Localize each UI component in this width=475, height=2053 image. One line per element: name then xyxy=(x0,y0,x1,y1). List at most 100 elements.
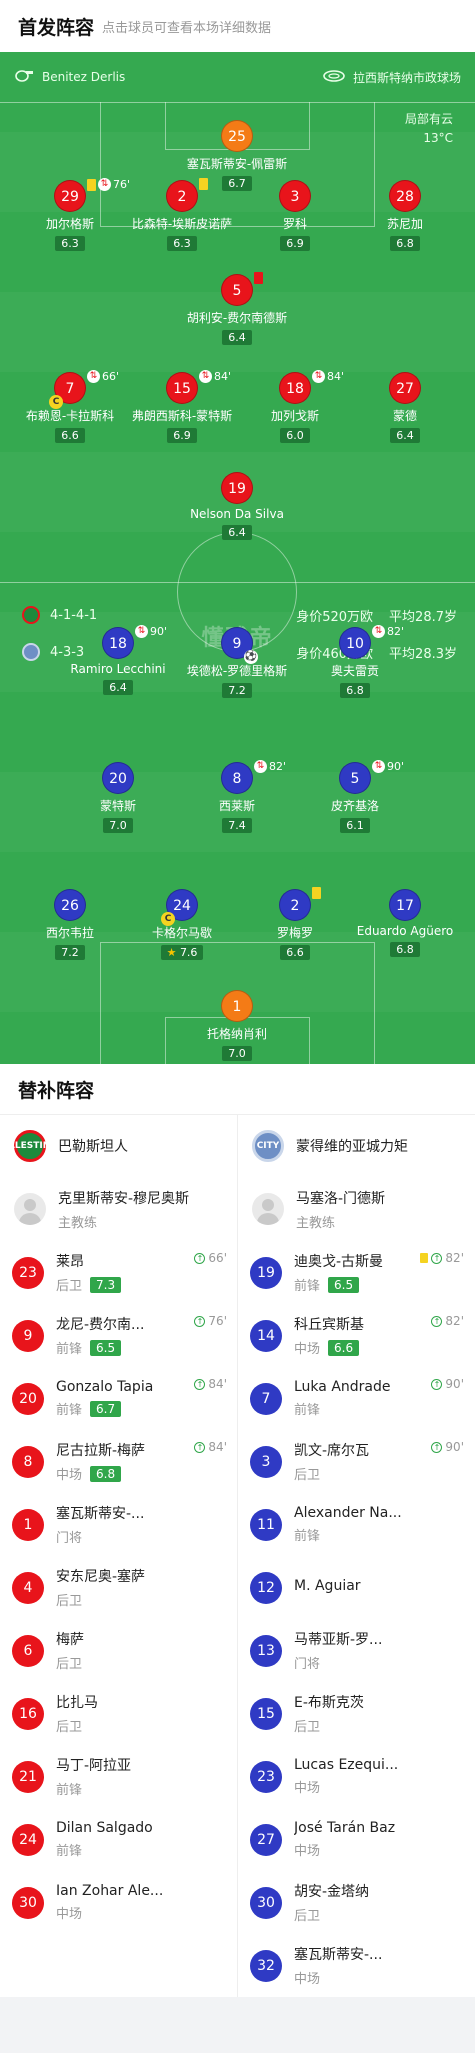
sub-player-name: Ian Zohar Ale... xyxy=(56,1883,164,1899)
away-player[interactable]: 17 Eduardo Agüero 6.8 xyxy=(340,889,470,957)
sub-number-badge: 7 xyxy=(250,1382,282,1415)
player-number: 18 xyxy=(286,381,304,397)
sub-player-position: 前锋 xyxy=(56,1844,83,1859)
rating-value: 6.8 xyxy=(396,943,414,956)
sub-number-badge: 23 xyxy=(250,1760,282,1793)
away-player[interactable]: 5 ⇅ 90' 皮齐基洛 6.1 xyxy=(290,760,420,833)
sub-in-time: 66' xyxy=(208,1251,227,1265)
away-player[interactable]: 26 西尔韦拉 7.2 xyxy=(5,889,135,960)
home-player[interactable]: 27 蒙德 6.4 xyxy=(340,372,470,443)
rating-value: 6.6 xyxy=(286,946,304,959)
player-number-badge: 5 xyxy=(339,762,371,794)
rating-value: 7.2 xyxy=(228,684,246,697)
home-sub-player[interactable]: 9 龙尼-费尔南... 前锋 6.5 ↑ 76' xyxy=(0,1304,237,1367)
away-sub-player[interactable]: 27 José Tarán Baz 中场 xyxy=(238,1808,474,1871)
away-sub-player[interactable]: 13 马蒂亚斯-罗... 门将 xyxy=(238,1619,474,1682)
home-sub-player[interactable]: 16 比扎马 后卫 xyxy=(0,1682,237,1745)
player-name: 卡格尔马歇 xyxy=(151,926,212,940)
sub-player-name: 比扎马 xyxy=(56,1695,98,1711)
player-number: 2 xyxy=(177,189,187,205)
away-player[interactable]: 9 ⚽ 埃德松-罗德里格斯 7.2 xyxy=(172,627,302,698)
away-sub-player[interactable]: 14 科丘宾斯基 中场 6.6 ↑ 82' xyxy=(238,1304,474,1367)
home-sub-player[interactable]: 20 Gonzalo Tapia 前锋 6.7 ↑ 84' xyxy=(0,1367,237,1430)
home-sub-player[interactable]: 30 Ian Zohar Ale... 中场 xyxy=(0,1871,237,1934)
player-number: 29 xyxy=(61,189,79,205)
player-rating: 6.4 xyxy=(390,428,420,443)
stadium-icon xyxy=(323,69,345,86)
sub-player-name: Gonzalo Tapia xyxy=(56,1379,154,1395)
away-sub-player[interactable]: 30 胡安-金塔纳 后卫 xyxy=(238,1871,474,1934)
sub-player-name: 梅萨 xyxy=(56,1632,84,1648)
rating-value: 7.4 xyxy=(228,819,246,832)
sub-number-badge: 14 xyxy=(250,1319,282,1352)
home-sub-player[interactable]: 21 马丁-阿拉亚 前锋 xyxy=(0,1745,237,1808)
player-name: 托格纳肖利 xyxy=(206,1027,267,1041)
red-card-icon xyxy=(254,272,263,284)
player-number-badge: 8 xyxy=(221,762,253,794)
player-name: 西莱斯 xyxy=(218,799,255,813)
away-player[interactable]: 24 C 卡格尔马歇 ★ 7.6 xyxy=(117,889,247,960)
sub-in-event: ↑ 82' xyxy=(420,1251,464,1265)
player-number-badge: 19 xyxy=(221,472,253,504)
home-player[interactable]: 29 ⇅ 76' 加尔格斯 6.3 xyxy=(5,178,135,251)
sub-number-badge: 13 xyxy=(250,1634,282,1667)
player-number-badge: 18 xyxy=(102,627,134,659)
player-number: 20 xyxy=(109,771,127,787)
away-sub-player[interactable]: 19 迪奥戈-古斯曼 前锋 6.5 ↑ 82' xyxy=(238,1241,474,1304)
home-sub-player[interactable]: 4 安东尼奥-塞萨 后卫 xyxy=(0,1556,237,1619)
away-sub-player[interactable]: 11 Alexander Na... 前锋 xyxy=(238,1493,474,1556)
rating-value: 7.2 xyxy=(61,946,79,959)
home-sub-player[interactable]: 8 尼古拉斯-梅萨 中场 6.8 ↑ 84' xyxy=(0,1430,237,1493)
away-sub-player[interactable]: 3 凯文-席尔瓦 后卫 ↑ 90' xyxy=(238,1430,474,1493)
away-player[interactable]: 10 ⇅ 82' 奥夫雷贡 6.8 xyxy=(290,625,420,698)
sub-in-event: ↑ 76' xyxy=(194,1314,227,1328)
captain-icon: C xyxy=(161,912,175,926)
home-coach[interactable]: 克里斯蒂安-穆尼奥斯 主教练 xyxy=(0,1177,237,1241)
away-player[interactable]: 1 托格纳肖利 7.0 xyxy=(172,990,302,1061)
sub-in-icon: ↑ xyxy=(194,1315,206,1327)
home-crest-icon xyxy=(22,606,40,624)
sub-player-rating: 7.3 xyxy=(90,1276,122,1293)
home-player[interactable]: 15 ⇅ 84' 弗朗西斯科-蒙特斯 6.9 xyxy=(117,370,247,443)
player-number: 7 xyxy=(65,381,75,397)
home-sub-player[interactable]: 1 塞瓦斯蒂安-... 门将 xyxy=(0,1493,237,1556)
home-sub-player[interactable]: 6 梅萨 后卫 xyxy=(0,1619,237,1682)
home-sub-player[interactable]: 23 莱昂 后卫 7.3 ↑ 66' xyxy=(0,1241,237,1304)
away-player[interactable]: 8 ⇅ 82' 西莱斯 7.4 xyxy=(172,760,302,833)
player-number-badge: 17 xyxy=(389,889,421,921)
substitution-icon: ⇅ xyxy=(87,370,100,383)
player-rating: 6.4 xyxy=(222,330,252,345)
player-name: 蒙德 xyxy=(392,409,417,423)
home-player[interactable]: 5 胡利安-费尔南德斯 6.4 xyxy=(172,272,302,345)
home-player[interactable]: 2 比森特-埃斯皮诺萨 6.3 xyxy=(117,178,247,251)
away-team-header[interactable]: CITY 蒙得维的亚城力矩 xyxy=(238,1115,474,1177)
sub-number-badge: 32 xyxy=(250,1949,282,1982)
away-coach[interactable]: 马塞洛-门德斯 主教练 xyxy=(238,1177,474,1241)
away-sub-player[interactable]: 32 塞瓦斯蒂安-... 中场 xyxy=(238,1934,474,1997)
goal-ball-icon: ⚽ xyxy=(244,650,258,664)
away-sub-player[interactable]: 23 Lucas Ezequi... 中场 xyxy=(238,1745,474,1808)
player-rating: ★ 7.6 xyxy=(160,945,204,960)
away-sub-player[interactable]: 7 Luka Andrade 前锋 ↑ 90' xyxy=(238,1367,474,1430)
away-player[interactable]: 18 ⇅ 90' Ramiro Lecchini 6.4 xyxy=(53,625,183,695)
sub-number-badge: 12 xyxy=(250,1571,282,1604)
away-sub-player[interactable]: 12 M. Aguiar xyxy=(238,1556,474,1619)
home-team-header[interactable]: PALESTINO 巴勒斯坦人 xyxy=(0,1115,237,1177)
player-number: 15 xyxy=(173,381,191,397)
home-player[interactable]: 28 苏尼加 6.8 xyxy=(340,180,470,251)
home-player[interactable]: 7 C ⇅ 66' 布赖恩-卡拉斯科 6.6 xyxy=(5,370,135,443)
sub-player-name: 莱昂 xyxy=(56,1254,84,1270)
away-sub-player[interactable]: 15 E-布斯克茨 后卫 xyxy=(238,1682,474,1745)
away-player[interactable]: 20 蒙特斯 7.0 xyxy=(53,762,183,833)
player-name: 弗朗西斯科-蒙特斯 xyxy=(131,409,233,423)
home-player[interactable]: 19 Nelson Da Silva 6.4 xyxy=(172,472,302,540)
coach-avatar-icon xyxy=(252,1193,284,1225)
player-number: 19 xyxy=(228,481,246,497)
home-sub-player[interactable]: 24 Dilan Salgado 前锋 xyxy=(0,1808,237,1871)
substitution-icon: ⇅ xyxy=(312,370,325,383)
sub-player-name: Luka Andrade xyxy=(294,1379,391,1395)
player-name: 西尔韦拉 xyxy=(45,926,94,940)
sub-player-position: 中场 xyxy=(294,1844,321,1859)
home-subs-column: PALESTINO 巴勒斯坦人 克里斯蒂安-穆尼奥斯 主教练 23 莱昂 后卫 7.3… xyxy=(0,1115,237,1997)
player-number-badge: 25 xyxy=(221,120,253,152)
